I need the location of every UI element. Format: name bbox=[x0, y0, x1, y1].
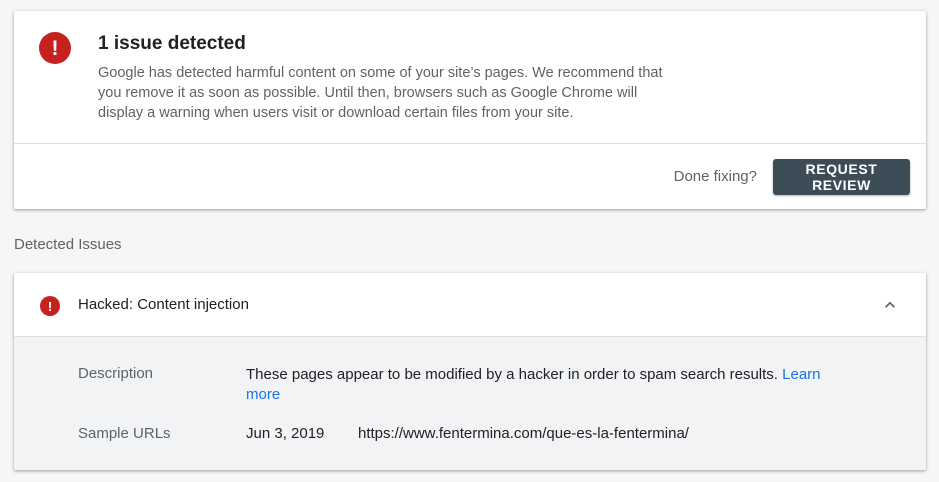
issue-summary-card: ! 1 issue detected Google has detected h… bbox=[14, 11, 926, 209]
request-review-button[interactable]: REQUEST REVIEW bbox=[773, 159, 910, 195]
error-icon: ! bbox=[39, 32, 71, 64]
summary-title: 1 issue detected bbox=[98, 33, 246, 54]
detected-issues-heading: Detected Issues bbox=[14, 236, 122, 253]
issue-title: Hacked: Content injection bbox=[78, 296, 249, 313]
issue-card: ! Hacked: Content injection Description … bbox=[14, 273, 926, 470]
issue-details: Description These pages appear to be mod… bbox=[14, 337, 926, 470]
error-icon: ! bbox=[40, 296, 60, 316]
chevron-up-icon[interactable] bbox=[880, 295, 900, 315]
summary-description: Google has detected harmful content on s… bbox=[98, 65, 663, 121]
issue-description: These pages appear to be modified by a h… bbox=[246, 365, 836, 405]
summary-actions: Done fixing? REQUEST REVIEW bbox=[14, 144, 926, 208]
summary-content: ! 1 issue detected Google has detected h… bbox=[14, 11, 926, 144]
issue-header-toggle[interactable]: ! Hacked: Content injection bbox=[14, 273, 926, 337]
sample-url[interactable]: https://www.fentermina.com/que-es-la-fen… bbox=[358, 425, 689, 442]
sample-url-date: Jun 3, 2019 bbox=[246, 425, 325, 442]
sample-urls-label: Sample URLs bbox=[78, 425, 171, 442]
issue-description-text: These pages appear to be modified by a h… bbox=[246, 366, 778, 383]
done-fixing-text: Done fixing? bbox=[673, 168, 757, 185]
description-label: Description bbox=[78, 365, 154, 382]
